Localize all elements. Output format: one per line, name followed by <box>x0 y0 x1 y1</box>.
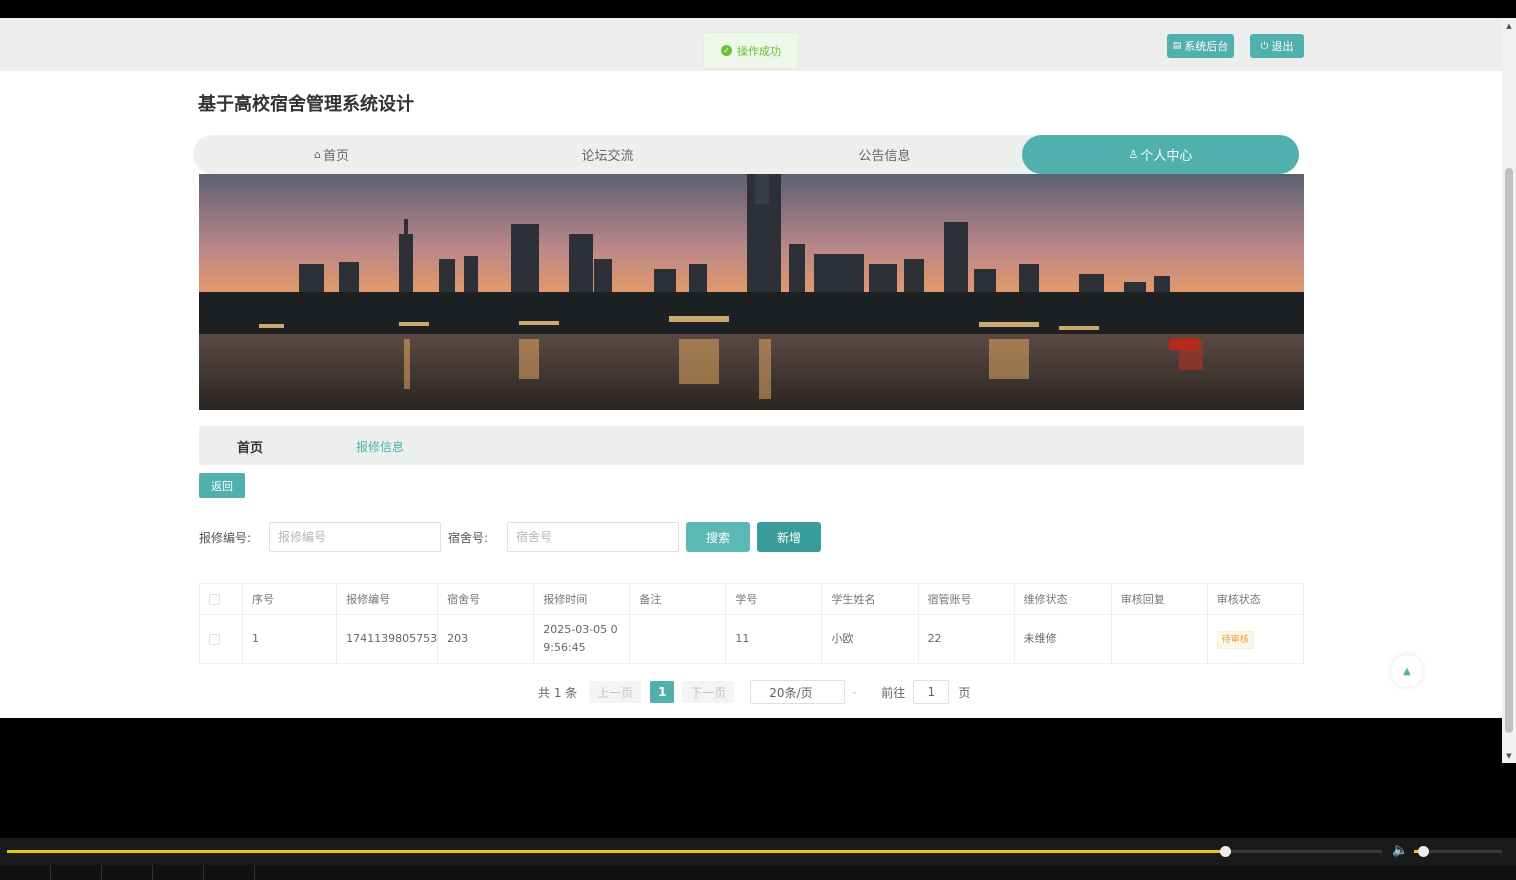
power-icon: ⏻ <box>1260 40 1269 52</box>
nav-item-label: 公告信息 <box>858 149 911 164</box>
seek-bar-knob[interactable] <box>1220 846 1232 857</box>
breadcrumb: 首页 报修信息 <box>199 426 1304 465</box>
status-badge: 待审核 <box>1216 630 1254 649</box>
logout-button[interactable]: ⏻ 退出 <box>1250 34 1304 58</box>
top-bar: ✓ 操作成功 ▤ 系统后台 ⏻ 退出 <box>0 18 1502 71</box>
browser-viewport: ✓ 操作成功 ▤ 系统后台 ⏻ 退出 基于高校宿舍管理系统设计 ⌂ 首页 论坛交… <box>0 18 1502 718</box>
check-circle-icon: ✓ <box>721 45 732 56</box>
nav-item-home[interactable]: ⌂ 首页 <box>193 135 470 174</box>
column-header: 序号 <box>242 583 338 615</box>
breadcrumb-current: 报修信息 <box>356 440 405 454</box>
scroll-up-arrow-icon[interactable]: ▲ <box>1505 22 1513 30</box>
back-button[interactable]: 返回 <box>199 473 245 498</box>
goto-page-input[interactable]: 1 <box>913 680 950 704</box>
media-controls: 🔈 <box>0 838 1516 880</box>
nav-item-label: 论坛交流 <box>581 149 634 164</box>
row-checkbox[interactable] <box>209 633 220 645</box>
cell-repair-status: 未维修 <box>1014 614 1112 664</box>
vertical-scrollbar[interactable]: ▲ ▼ <box>1502 18 1516 763</box>
cell-remark <box>629 614 727 664</box>
volume-icon[interactable]: 🔈 <box>1392 843 1408 858</box>
cell-audit-status: 待审核 <box>1207 614 1305 664</box>
scroll-down-arrow-icon[interactable]: ▼ <box>1505 752 1513 760</box>
column-header: 审核状态 <box>1207 583 1305 615</box>
repair-no-label: 报修编号: <box>199 531 252 545</box>
row-select <box>199 614 244 664</box>
logout-label: 退出 <box>1271 40 1294 53</box>
site-title: 基于高校宿舍管理系统设计 <box>198 94 414 115</box>
cell-dorm-no: 203 <box>437 614 535 664</box>
scrollbar-thumb[interactable] <box>1505 168 1513 733</box>
nav-item-forum[interactable]: 论坛交流 <box>469 135 746 174</box>
cell-repair-no: 1741139805753 <box>336 614 439 664</box>
admin-label: 系统后台 <box>1184 40 1229 53</box>
volume-knob[interactable] <box>1417 846 1429 857</box>
cell-index: 1 <box>242 614 338 664</box>
page-suffix: 页 <box>958 685 971 700</box>
taskbar-slot[interactable] <box>51 865 102 880</box>
admin-icon: ▤ <box>1172 41 1182 51</box>
pagination-total: 共 1 条 <box>538 685 578 700</box>
main-nav: ⌂ 首页 论坛交流 公告信息 ♙ 个人中心 <box>193 135 1299 174</box>
column-header: 备注 <box>629 583 727 615</box>
page-size-value: 20条/页 <box>769 685 813 700</box>
caret-up-icon: ▲ <box>1403 665 1411 677</box>
taskbar-slot[interactable] <box>153 865 204 880</box>
goto-label: 前往 <box>881 685 906 700</box>
select-all-checkbox[interactable] <box>209 594 220 605</box>
cell-student-no: 11 <box>725 614 823 664</box>
nav-item-profile[interactable]: ♙ 个人中心 <box>1022 135 1299 174</box>
seek-bar-fill <box>7 850 1226 853</box>
chevron-down-icon: ⌄ <box>850 687 859 697</box>
column-header: 宿管账号 <box>918 583 1015 615</box>
user-icon: ♙ <box>1128 148 1139 161</box>
screen: ✓ 操作成功 ▤ 系统后台 ⏻ 退出 基于高校宿舍管理系统设计 ⌂ 首页 论坛交… <box>0 0 1516 880</box>
column-header: 报修时间 <box>533 583 631 615</box>
column-header: 审核回复 <box>1111 583 1208 615</box>
column-header: 维修状态 <box>1014 583 1112 615</box>
breadcrumb-home[interactable]: 首页 <box>237 437 263 456</box>
dorm-no-label: 宿舍号: <box>448 531 489 545</box>
nav-item-label: 首页 <box>322 149 349 164</box>
cell-student-name: 小欧 <box>821 614 919 664</box>
column-header: 学号 <box>725 583 823 615</box>
table-header-row: 序号 报修编号 宿舍号 报修时间 备注 学号 学生姓名 宿管账号 维修状态 审核… <box>199 583 1305 615</box>
toast-text: 操作成功 <box>737 44 781 58</box>
column-header: 学生姓名 <box>821 583 919 615</box>
cell-time: 2025-03-05 09:56:45 <box>533 614 631 664</box>
nav-item-notice[interactable]: 公告信息 <box>746 135 1023 174</box>
taskbar-slot[interactable] <box>204 865 255 880</box>
page-number-current[interactable]: 1 <box>650 681 675 703</box>
page-size-select[interactable]: 20条/页 ⌄ <box>750 680 858 704</box>
taskbar <box>0 865 1516 880</box>
table-row[interactable]: 1 1741139805753 203 2025-03-05 09:56:45 … <box>199 614 1305 664</box>
search-button[interactable]: 搜索 <box>686 522 750 552</box>
nav-item-label: 个人中心 <box>1140 149 1193 164</box>
back-to-top-button[interactable]: ▲ <box>1391 655 1423 687</box>
cell-manager-account: 22 <box>918 614 1015 664</box>
cell-reply <box>1111 614 1208 664</box>
dorm-no-input[interactable] <box>507 522 679 552</box>
column-header: 报修编号 <box>336 583 439 615</box>
repair-no-input[interactable] <box>269 522 441 552</box>
header-select-all <box>199 583 244 615</box>
prev-page-button[interactable]: 上一页 <box>589 681 642 703</box>
volume-slider[interactable] <box>1414 846 1502 857</box>
success-toast: ✓ 操作成功 <box>703 32 799 69</box>
column-header: 宿舍号 <box>437 583 535 615</box>
pagination: 共 1 条 上一页 1 下一页 20条/页 ⌄ 前往 1 页 <box>538 680 970 704</box>
add-button[interactable]: 新增 <box>757 522 821 552</box>
banner-image <box>199 174 1304 410</box>
taskbar-slot[interactable] <box>0 865 51 880</box>
taskbar-slot[interactable] <box>102 865 153 880</box>
next-page-button[interactable]: 下一页 <box>682 681 735 703</box>
seek-bar[interactable] <box>7 846 1382 857</box>
repair-table: 序号 报修编号 宿舍号 报修时间 备注 学号 学生姓名 宿管账号 维修状态 审核… <box>199 583 1305 664</box>
home-icon: ⌂ <box>314 148 321 161</box>
admin-backend-button[interactable]: ▤ 系统后台 <box>1167 34 1234 58</box>
